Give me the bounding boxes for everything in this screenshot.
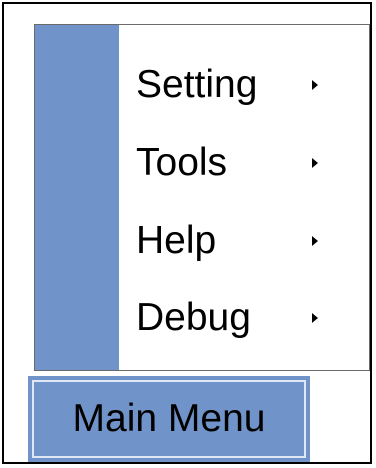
menu-item-debug[interactable]: Debug	[119, 283, 369, 353]
menu-item-help[interactable]: Help	[119, 206, 369, 276]
menu-item-tools[interactable]: Tools	[119, 128, 369, 198]
menu-item-label: Setting	[136, 63, 258, 106]
menu-accent-strip	[35, 25, 119, 370]
main-menu-focus-border: Main Menu	[32, 380, 306, 458]
chevron-right-icon	[312, 80, 318, 90]
menu-item-label: Tools	[136, 141, 228, 184]
menu-item-setting[interactable]: Setting	[119, 50, 369, 120]
main-menu-button[interactable]: Main Menu	[28, 376, 310, 462]
chevron-right-icon	[312, 313, 318, 323]
menu-item-label: Debug	[136, 296, 251, 339]
menu-item-label: Help	[136, 219, 217, 262]
app-frame: Setting Tools Help Debug Main Menu	[2, 2, 372, 464]
popup-menu: Setting Tools Help Debug	[34, 24, 370, 371]
chevron-right-icon	[312, 158, 318, 168]
chevron-right-icon	[312, 236, 318, 246]
menu-list: Setting Tools Help Debug	[119, 25, 369, 370]
main-menu-label: Main Menu	[72, 397, 266, 440]
